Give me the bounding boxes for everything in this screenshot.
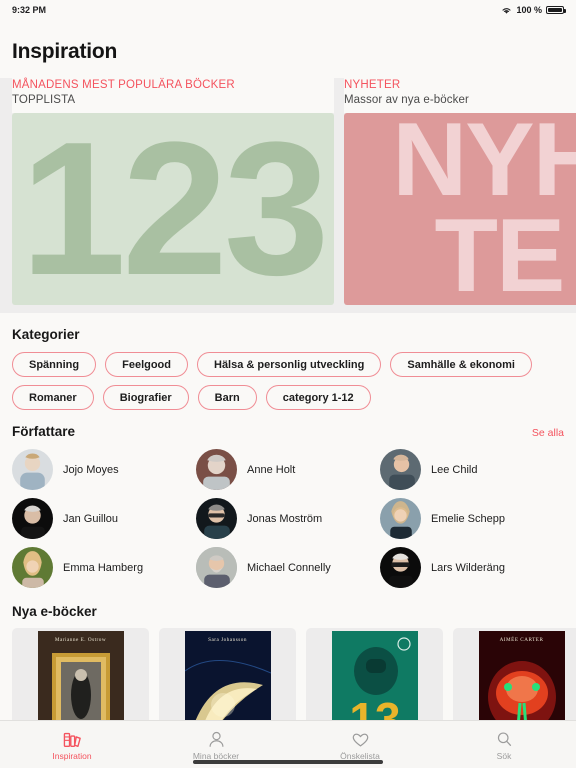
categories-section: Kategorier Spänning Feelgood Hälsa & per… [0, 313, 576, 410]
tab-sok[interactable]: Sök [432, 721, 576, 768]
author-item[interactable]: Emma Hamberg [12, 547, 196, 588]
book-cover-title: Marianne E. Ostrow [54, 637, 107, 643]
tab-label: Önskelista [340, 750, 380, 761]
section-title: Nya e-böcker [12, 604, 97, 619]
author-name: Emelie Schepp [431, 512, 505, 525]
book-cover: 13 [331, 631, 418, 720]
status-bar: 9:32 PM 100 % [0, 0, 576, 20]
avatar [380, 498, 421, 539]
avatar [196, 449, 237, 490]
book-tile[interactable]: AIMÉE CARTER [453, 628, 576, 720]
author-name: Lars Wilderäng [431, 561, 505, 574]
book-cover: AIMÉE CARTER [478, 631, 565, 720]
category-pill-row: Spänning Feelgood Hälsa & personlig utve… [12, 352, 564, 377]
promo-strip: MÅNADENS MEST POPULÄRA BÖCKER TOPPLISTA … [0, 78, 576, 313]
avatar [380, 547, 421, 588]
promo-subtitle: TOPPLISTA [12, 94, 76, 106]
author-item[interactable]: Jonas Moström [196, 498, 380, 539]
promo-carousel[interactable]: MÅNADENS MEST POPULÄRA BÖCKER TOPPLISTA … [0, 78, 576, 305]
wifi-icon [501, 6, 512, 15]
battery-percent-label: 100 % [516, 5, 542, 15]
avatar [196, 498, 237, 539]
author-name: Michael Connelly [247, 561, 331, 574]
bottom-tab-bar: Inspiration Mina böcker Önskelista Sök [0, 720, 576, 768]
author-name: Jan Guillou [63, 512, 119, 525]
book-tile[interactable]: Sara Johansson [159, 628, 296, 720]
category-pill-biografier[interactable]: Biografier [102, 385, 189, 410]
author-item[interactable]: Jojo Moyes [12, 449, 196, 490]
promo-kicker: MÅNADENS MEST POPULÄRA BÖCKER [12, 79, 235, 91]
promo-art-text: 123 [20, 113, 329, 305]
person-icon [207, 729, 226, 748]
tab-label: Inspiration [52, 750, 92, 761]
book-tile[interactable]: Marianne E. Ostrow [12, 628, 149, 720]
category-pill-halsa[interactable]: Hälsa & personlig utveckling [197, 352, 382, 377]
author-name: Jojo Moyes [63, 463, 119, 476]
category-pill-rows: Spänning Feelgood Hälsa & personlig utve… [12, 352, 564, 410]
category-pill-spanning[interactable]: Spänning [12, 352, 97, 377]
category-pill-row: Romaner Biografier Barn category 1-12 [12, 385, 564, 410]
avatar [380, 449, 421, 490]
section-title: Författare [12, 424, 76, 439]
book-cover-title: Sara Johansson [208, 637, 247, 643]
author-item[interactable]: Anne Holt [196, 449, 380, 490]
battery-full-icon [546, 5, 566, 15]
promo-artwork-123[interactable]: 123 [12, 113, 334, 305]
tab-inspiration[interactable]: Inspiration [0, 721, 144, 768]
tab-label: Mina böcker [192, 750, 240, 761]
book-tile[interactable]: 13 [306, 628, 443, 720]
app-root: 9:32 PM 100 % Inspiration MÅNADENS MEST … [0, 0, 576, 768]
promo-header: MÅNADENS MEST POPULÄRA BÖCKER TOPPLISTA [12, 78, 334, 113]
author-item[interactable]: Michael Connelly [196, 547, 380, 588]
search-icon [495, 729, 514, 748]
see-all-link[interactable]: Se alla [532, 427, 564, 439]
author-name: Jonas Moström [247, 512, 323, 525]
section-title: Kategorier [12, 327, 80, 342]
promo-subtitle: Massor av nya e-böcker [344, 94, 469, 106]
promo-card-nyheter[interactable]: NYHETER Massor av nya e-böcker NYH TE [344, 78, 576, 305]
svg-text:13: 13 [349, 693, 400, 720]
new-books-carousel[interactable]: Marianne E. Ostrow Sara Johansson 13 AIM… [0, 628, 576, 720]
tab-label: Sök [496, 750, 512, 761]
promo-card-topplista[interactable]: MÅNADENS MEST POPULÄRA BÖCKER TOPPLISTA … [12, 78, 334, 305]
avatar [196, 547, 237, 588]
page-title: Inspiration [12, 40, 118, 63]
promo-art-text: NYH TE [392, 113, 576, 305]
avatar [12, 449, 53, 490]
author-item[interactable]: Lars Wilderäng [380, 547, 564, 588]
page-scroll-area[interactable]: Inspiration MÅNADENS MEST POPULÄRA BÖCKE… [0, 20, 576, 720]
promo-kicker: NYHETER [344, 79, 401, 91]
avatar [12, 547, 53, 588]
category-pill-barn[interactable]: Barn [197, 385, 257, 410]
new-books-section: Nya e-böcker Marianne E. Ostrow Sara Joh… [0, 592, 576, 720]
promo-header: NYHETER Massor av nya e-böcker [344, 78, 576, 113]
books-icon [63, 729, 82, 748]
home-indicator [193, 760, 383, 764]
author-name: Emma Hamberg [63, 561, 144, 574]
author-name: Anne Holt [247, 463, 296, 476]
author-item[interactable]: Emelie Schepp [380, 498, 564, 539]
category-pill-samhalle[interactable]: Samhälle & ekonomi [390, 352, 532, 377]
categories-header: Kategorier [12, 313, 564, 352]
category-pill-category-1-12[interactable]: category 1-12 [265, 385, 371, 410]
new-books-header: Nya e-böcker [0, 592, 576, 628]
author-item[interactable]: Lee Child [380, 449, 564, 490]
authors-header: Författare Se alla [12, 410, 564, 449]
heart-icon [351, 729, 370, 748]
authors-section: Författare Se alla Jojo Moyes Anne Holt [0, 410, 576, 592]
status-bar-right: 100 % [501, 5, 566, 15]
avatar [12, 498, 53, 539]
book-cover-title: AIMÉE CARTER [499, 637, 544, 643]
author-item[interactable]: Jan Guillou [12, 498, 196, 539]
book-cover: Marianne E. Ostrow [37, 631, 124, 720]
author-name: Lee Child [431, 463, 478, 476]
status-bar-time: 9:32 PM [12, 5, 47, 15]
category-pill-feelgood[interactable]: Feelgood [105, 352, 188, 377]
book-cover: Sara Johansson [184, 631, 271, 720]
category-pill-romaner[interactable]: Romaner [12, 385, 94, 410]
promo-artwork-nyheter[interactable]: NYH TE [344, 113, 576, 305]
authors-grid: Jojo Moyes Anne Holt Lee Child Jan Guill… [12, 449, 564, 592]
